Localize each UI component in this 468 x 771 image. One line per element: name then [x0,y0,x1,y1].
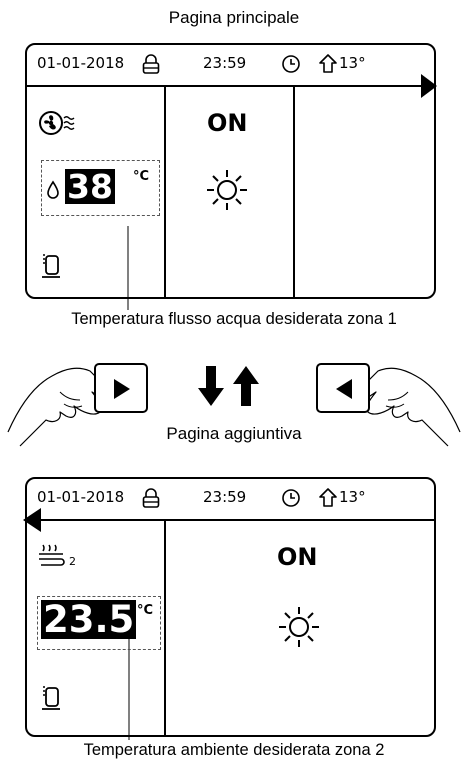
floor-heating-icon [39,544,65,566]
clock-icon [282,489,300,507]
additional-page-screen: 01-01-2018 23:59 13° 2 23.5 °C ON [23,477,436,737]
right-arrow-icon [114,379,130,399]
date-text: 01-01-2018 [37,488,125,506]
status-divider [39,519,436,521]
right-arrow-button[interactable] [94,363,148,413]
time-text: 23:59 [203,488,247,506]
house-outline-icon [319,488,337,507]
water-tank-icon [42,686,60,710]
status-bar: 01-01-2018 23:59 13° [27,479,434,519]
additional-page-caption: Pagina aggiuntiva [166,424,302,443]
mode-status: ON [277,543,318,571]
down-up-arrows-icon [198,366,259,406]
zone-index: 2 [69,555,76,568]
lock-icon [142,488,160,508]
column-divider [164,520,166,737]
previous-page-arrow[interactable] [23,508,41,532]
outdoor-temp-text: 13° [339,488,366,506]
bottom-annotation: Temperatura ambiente desiderata zona 2 [83,741,385,759]
sun-icon [279,607,319,647]
setpoint-value[interactable]: 23.5 [41,600,137,639]
left-arrow-button[interactable] [316,363,370,413]
setpoint-unit: °C [137,603,154,618]
left-arrow-icon [336,379,352,399]
